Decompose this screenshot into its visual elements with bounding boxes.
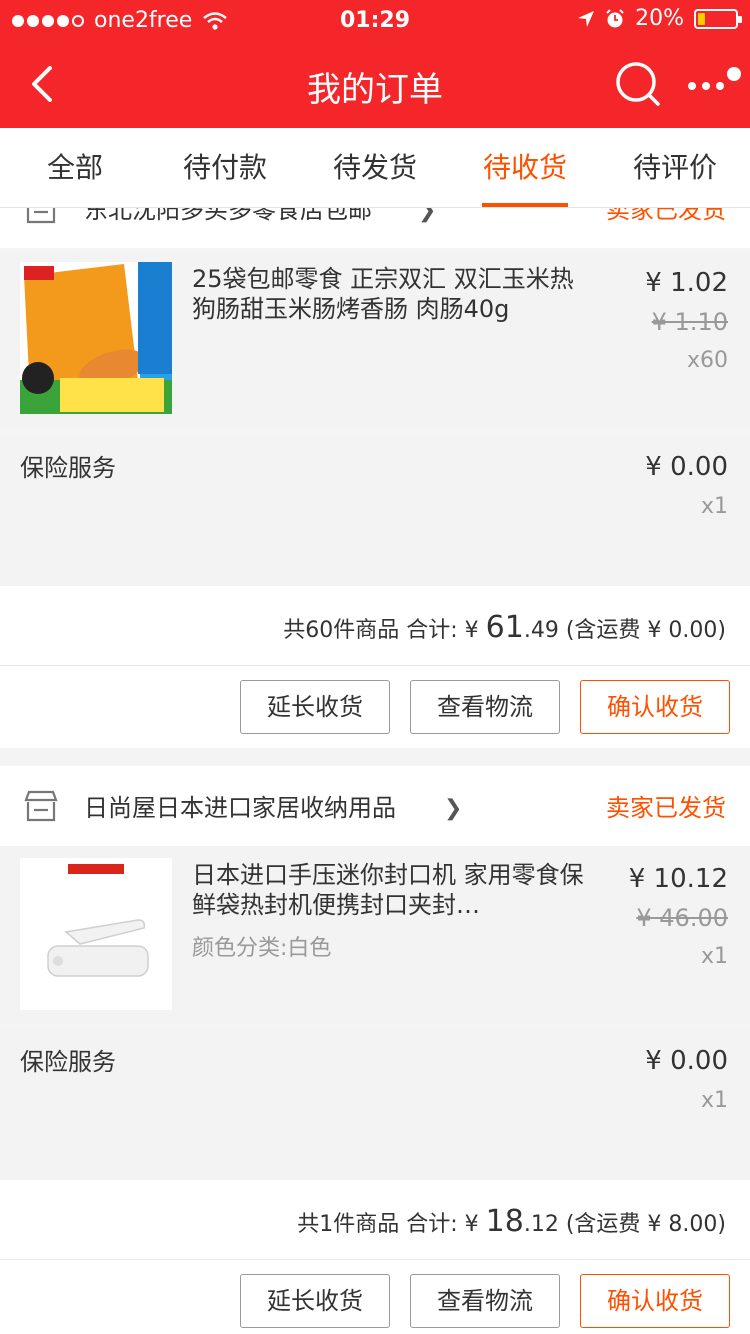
order-status: 卖家已发货 xyxy=(606,794,726,822)
status-right: 20% xyxy=(577,6,742,31)
order-total-amount-int: 18 xyxy=(485,1204,524,1239)
product-title[interactable]: 日本进口手压迷你封口机 家用零食保鲜袋热封机便携封口夹封… xyxy=(192,860,592,920)
insurance-service-row: 保险服务 ¥ 0.00 x1 xyxy=(0,1028,750,1180)
shop-row[interactable]: 东北沈阳多买多零食店包邮 ❯ 卖家已发货 xyxy=(0,208,750,248)
insurance-quantity: x1 xyxy=(700,494,728,519)
tab-all[interactable]: 全部 xyxy=(0,128,150,207)
order-total-suffix: (含运费 ¥ 0.00) xyxy=(558,618,726,643)
order-total-suffix: (含运费 ¥ 8.00) xyxy=(558,1212,726,1237)
location-arrow-icon xyxy=(578,10,595,27)
app-header: one2free 01:29 20% 我的订单 xyxy=(0,0,750,128)
order-status-tabs: 全部 待付款 待发货 待收货 待评价 xyxy=(0,128,750,208)
insurance-price: ¥ 0.00 xyxy=(645,452,728,482)
chevron-right-icon: ❯ xyxy=(444,796,463,821)
shop-icon xyxy=(24,790,58,822)
product-sku: 颜色分类:白色 xyxy=(192,936,332,961)
order-status: 卖家已发货 xyxy=(606,208,726,224)
product-thumbnail xyxy=(20,858,172,1010)
order-total: 共1件商品 合计: ¥ 18.12 (含运费 ¥ 8.00) xyxy=(297,1204,726,1239)
product-price: ¥ 1.02 xyxy=(645,268,728,298)
tab-pending-review[interactable]: 待评价 xyxy=(600,128,750,207)
product-quantity: x1 xyxy=(700,944,728,969)
more-options-icon[interactable] xyxy=(686,62,742,106)
order-actions: 延长收货 查看物流 确认收货 xyxy=(0,1260,750,1334)
extend-receipt-button[interactable]: 延长收货 xyxy=(240,680,390,734)
order-total-amount-dec: .12 xyxy=(523,1212,559,1237)
order-total: 共60件商品 合计: ¥ 61.49 (含运费 ¥ 0.00) xyxy=(283,610,726,645)
insurance-price: ¥ 0.00 xyxy=(645,1046,728,1076)
order-item[interactable]: 日本进口手压迷你封口机 家用零食保鲜袋热封机便携封口夹封… 颜色分类:白色 ¥ … xyxy=(0,846,750,1024)
insurance-quantity: x1 xyxy=(700,1088,728,1113)
tab-pending-receipt[interactable]: 待收货 xyxy=(450,128,600,207)
battery-percent: 20% xyxy=(635,6,684,31)
battery-level xyxy=(698,12,705,25)
order-total-amount-int: 61 xyxy=(485,610,524,645)
chevron-right-icon: ❯ xyxy=(418,208,437,223)
product-original-price: ¥ 1.10 xyxy=(651,308,728,336)
view-logistics-button[interactable]: 查看物流 xyxy=(410,680,560,734)
shop-icon xyxy=(26,208,56,224)
insurance-label: 保险服务 xyxy=(20,454,116,482)
shop-name[interactable]: 日尚屋日本进口家居收纳用品 xyxy=(84,788,396,823)
product-title[interactable]: 25袋包邮零食 正宗双汇 双汇玉米热狗肠甜玉米肠烤香肠 肉肠40g xyxy=(192,264,592,324)
order-summary: 共60件商品 合计: ¥ 61.49 (含运费 ¥ 0.00) xyxy=(0,586,750,666)
product-price: ¥ 10.12 xyxy=(628,864,728,894)
order-actions: 延长收货 查看物流 确认收货 xyxy=(0,666,750,748)
insurance-service-row: 保险服务 ¥ 0.00 x1 xyxy=(0,434,750,586)
tab-pending-payment[interactable]: 待付款 xyxy=(150,128,300,207)
shop-name[interactable]: 东北沈阳多买多零食店包邮 xyxy=(84,208,372,225)
product-original-price: ¥ 46.00 xyxy=(636,904,728,932)
order-total-amount-dec: .49 xyxy=(523,618,559,643)
confirm-receipt-button[interactable]: 确认收货 xyxy=(580,680,730,734)
battery-icon xyxy=(694,8,742,29)
shop-row[interactable]: 日尚屋日本进口家居收纳用品 ❯ 卖家已发货 xyxy=(0,766,750,846)
order-total-prefix: 共60件商品 合计: ¥ xyxy=(283,618,486,643)
view-logistics-button[interactable]: 查看物流 xyxy=(410,1274,560,1328)
confirm-receipt-button[interactable]: 确认收货 xyxy=(580,1274,730,1328)
order-summary: 共1件商品 合计: ¥ 18.12 (含运费 ¥ 8.00) xyxy=(0,1180,750,1260)
insurance-label: 保险服务 xyxy=(20,1048,116,1076)
order-item[interactable]: 25袋包邮零食 正宗双汇 双汇玉米热狗肠甜玉米肠烤香肠 肉肠40g ¥ 1.02… xyxy=(0,250,750,428)
order-total-prefix: 共1件商品 合计: ¥ xyxy=(297,1212,486,1237)
order-list[interactable]: 东北沈阳多买多零食店包邮 ❯ 卖家已发货 25袋包邮零食 正宗双汇 双汇玉米热狗… xyxy=(0,208,750,1334)
alarm-icon xyxy=(606,8,624,27)
extend-receipt-button[interactable]: 延长收货 xyxy=(240,1274,390,1328)
search-icon[interactable] xyxy=(612,58,664,110)
status-bar: one2free 01:29 20% xyxy=(0,0,750,40)
nav-bar: 我的订单 xyxy=(0,40,750,128)
tab-pending-shipment[interactable]: 待发货 xyxy=(300,128,450,207)
product-thumbnail xyxy=(20,262,172,414)
product-quantity: x60 xyxy=(686,348,728,373)
